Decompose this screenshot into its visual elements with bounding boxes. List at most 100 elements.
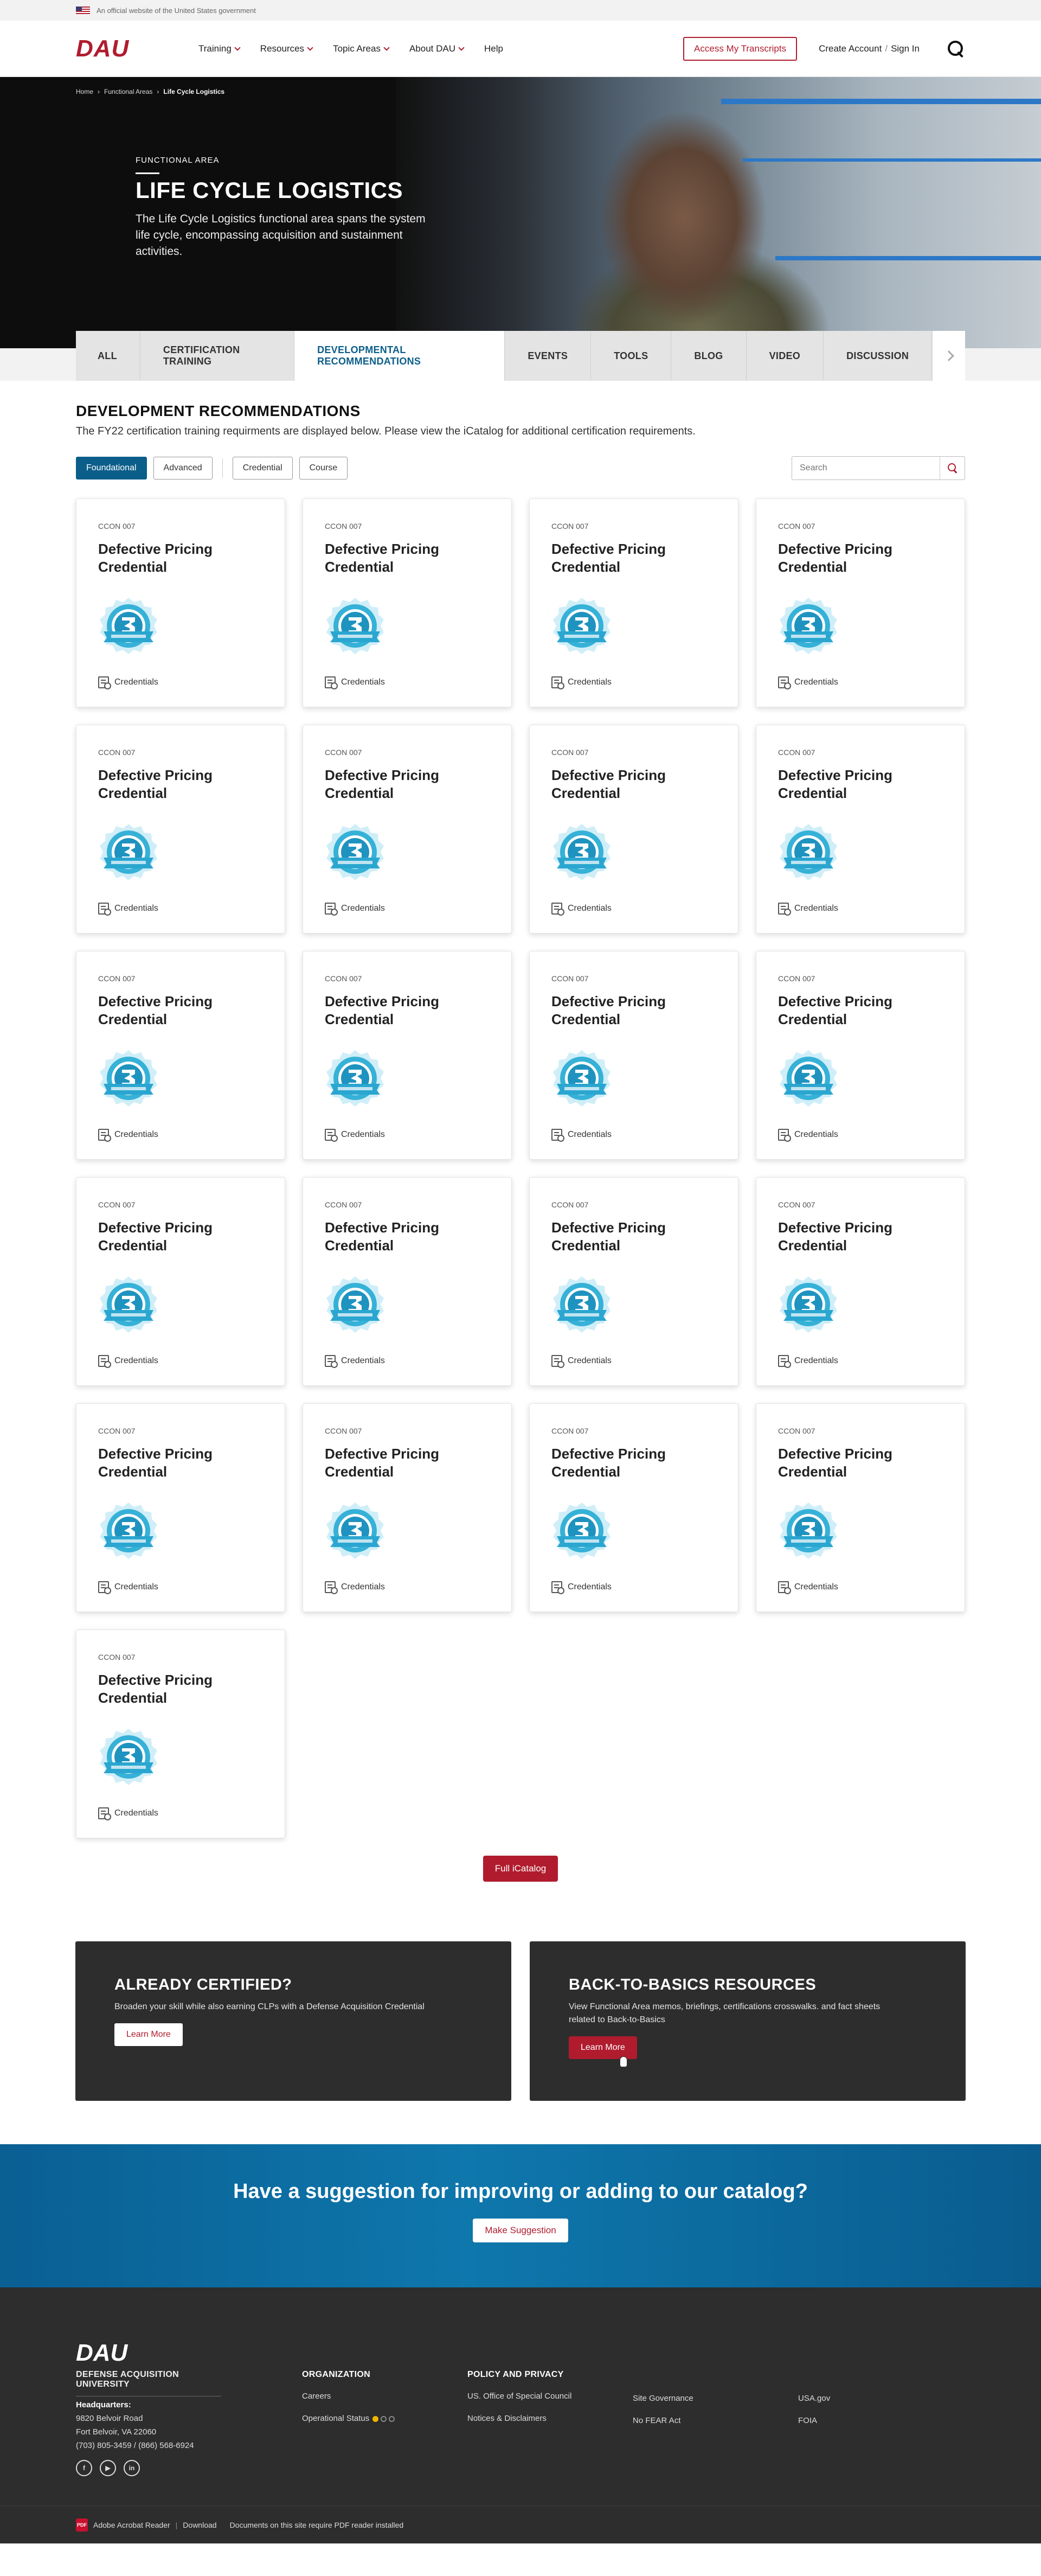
credential-document-icon: [551, 1355, 564, 1368]
tab-all[interactable]: ALL: [76, 331, 140, 381]
breadcrumb-functional-areas[interactable]: Functional Areas: [104, 88, 152, 95]
tab-developmental-recommendations[interactable]: DEVELOPMENTAL RECOMMENDATIONS: [294, 331, 505, 381]
promo-section: ALREADY CERTIFIED? Broaden your skill wh…: [0, 1941, 1041, 2144]
card-footer: Credentials: [551, 676, 612, 689]
credential-card[interactable]: CCON 007 Defective Pricing Credential Cr…: [303, 1403, 512, 1612]
credential-card[interactable]: CCON 007 Defective Pricing Credential Cr…: [303, 725, 512, 934]
card-footer-label: Credentials: [568, 1356, 612, 1365]
card-footer-label: Credentials: [114, 1582, 158, 1591]
credential-card[interactable]: CCON 007 Defective Pricing Credential Cr…: [756, 951, 965, 1160]
credential-badge-icon: [780, 1050, 837, 1107]
foia-link[interactable]: FOIA: [798, 2416, 817, 2425]
card-code: CCON 007: [98, 1653, 136, 1661]
credential-badge-icon: [780, 598, 837, 654]
make-suggestion-button[interactable]: Make Suggestion: [473, 2219, 568, 2242]
card-title: Defective Pricing Credential: [778, 1219, 892, 1254]
suggestion-banner: Have a suggestion for improving or addin…: [0, 2144, 1041, 2287]
credential-document-icon: [551, 1129, 564, 1142]
usa-gov-link[interactable]: USA.gov: [798, 2394, 830, 2403]
card-title: Defective Pricing Credential: [551, 993, 666, 1027]
facebook-icon[interactable]: f: [76, 2460, 92, 2476]
credential-card[interactable]: CCON 007 Defective Pricing Credential Cr…: [529, 951, 738, 1160]
credential-card[interactable]: CCON 007 Defective Pricing Credential Cr…: [756, 498, 965, 707]
access-transcripts-button[interactable]: Access My Transcripts: [683, 37, 798, 61]
search-icon[interactable]: [947, 40, 965, 58]
filter-course[interactable]: Course: [299, 457, 348, 480]
credential-card[interactable]: CCON 007 Defective Pricing Credential Cr…: [76, 1403, 285, 1612]
tab-video[interactable]: VIDEO: [746, 331, 824, 381]
shelf-bar: [775, 256, 1041, 260]
filter-advanced[interactable]: Advanced: [153, 457, 213, 480]
notices-link[interactable]: Notices & Disclaimers: [467, 2414, 547, 2423]
dau-logo[interactable]: DAU: [76, 35, 198, 62]
card-title: Defective Pricing Credential: [325, 1446, 439, 1480]
card-code: CCON 007: [551, 522, 589, 530]
account-links: Create Account / Sign In: [819, 43, 920, 54]
search-button[interactable]: [940, 457, 965, 480]
tabs-next-button[interactable]: [932, 331, 965, 381]
credential-card[interactable]: CCON 007 Defective Pricing Credential Cr…: [303, 498, 512, 707]
credential-badge-icon: [780, 824, 837, 880]
search-input[interactable]: [800, 463, 941, 473]
tab-discussion[interactable]: DISCUSSION: [824, 331, 933, 381]
credential-card[interactable]: CCON 007 Defective Pricing Credential Cr…: [76, 1629, 285, 1838]
hero-text: FUNCTIONAL AREA LIFE CYCLE LOGISTICS The…: [136, 156, 439, 260]
tab-certification-training[interactable]: CERTIFICATION TRAINING: [140, 331, 295, 381]
card-footer-label: Credentials: [794, 677, 838, 687]
credential-card[interactable]: CCON 007 Defective Pricing Credential Cr…: [303, 1177, 512, 1386]
sign-in-link[interactable]: Sign In: [891, 43, 920, 54]
credential-document-icon: [778, 676, 791, 689]
card-footer-label: Credentials: [341, 904, 385, 913]
card-footer: Credentials: [778, 1355, 838, 1368]
credential-document-icon: [325, 903, 338, 916]
full-icatalog-button[interactable]: Full iCatalog: [483, 1856, 558, 1882]
credential-card[interactable]: CCON 007 Defective Pricing Credential Cr…: [76, 725, 285, 934]
tab-events[interactable]: EVENTS: [505, 331, 592, 381]
credential-card[interactable]: CCON 007 Defective Pricing Credential Cr…: [76, 498, 285, 707]
careers-link[interactable]: Careers: [302, 2392, 331, 2401]
nav-training[interactable]: Training: [198, 43, 241, 54]
address-line1: 9820 Belvoir Road: [76, 2414, 143, 2423]
nav-about[interactable]: About DAU: [409, 43, 465, 54]
suggestion-title: Have a suggestion for improving or addin…: [233, 2180, 808, 2203]
linkedin-icon[interactable]: in: [124, 2460, 140, 2476]
learn-more-button[interactable]: Learn More: [114, 2023, 183, 2046]
credential-card[interactable]: CCON 007 Defective Pricing Credential Cr…: [76, 1177, 285, 1386]
site-governance-link[interactable]: Site Governance: [633, 2394, 693, 2403]
credential-card[interactable]: CCON 007 Defective Pricing Credential Cr…: [756, 1403, 965, 1612]
footer-policy-col2: Site Governance No FEAR Act: [633, 2394, 693, 2438]
filter-foundational[interactable]: Foundational: [76, 457, 147, 480]
nav-resources[interactable]: Resources: [260, 43, 313, 54]
nav-topic-areas[interactable]: Topic Areas: [333, 43, 390, 54]
credential-document-icon: [551, 676, 564, 689]
youtube-icon[interactable]: ▶: [100, 2460, 116, 2476]
breadcrumb-home[interactable]: Home: [76, 88, 93, 95]
credential-card[interactable]: CCON 007 Defective Pricing Credential Cr…: [76, 951, 285, 1160]
footer-policy: POLICY AND PRIVACY US. Office of Special…: [467, 2370, 571, 2436]
card-code: CCON 007: [778, 1427, 815, 1435]
credential-card[interactable]: CCON 007 Defective Pricing Credential Cr…: [529, 725, 738, 934]
footer-logo[interactable]: DAU: [76, 2340, 127, 2367]
learn-more-button[interactable]: Learn More: [569, 2036, 637, 2059]
no-fear-act-link[interactable]: No FEAR Act: [633, 2416, 680, 2425]
credential-card[interactable]: CCON 007 Defective Pricing Credential Cr…: [529, 1403, 738, 1612]
credential-card[interactable]: CCON 007 Defective Pricing Credential Cr…: [529, 1177, 738, 1386]
card-title: Defective Pricing Credential: [98, 541, 213, 575]
credential-card[interactable]: CCON 007 Defective Pricing Credential Cr…: [756, 725, 965, 934]
tab-tools[interactable]: TOOLS: [591, 331, 672, 381]
credential-document-icon: [325, 1581, 338, 1594]
credential-card[interactable]: CCON 007 Defective Pricing Credential Cr…: [303, 951, 512, 1160]
breadcrumb-current: Life Cycle Logistics: [163, 88, 225, 95]
filter-divider: [222, 458, 223, 478]
operational-status-link[interactable]: Operational Status: [302, 2414, 369, 2423]
card-footer: Credentials: [778, 676, 838, 689]
nav-help[interactable]: Help: [484, 43, 503, 54]
credential-card[interactable]: CCON 007 Defective Pricing Credential Cr…: [756, 1177, 965, 1386]
breadcrumb: Home › Functional Areas › Life Cycle Logis…: [76, 88, 224, 95]
credential-card[interactable]: CCON 007 Defective Pricing Credential Cr…: [529, 498, 738, 707]
download-link[interactable]: Download: [183, 2521, 216, 2529]
osc-link[interactable]: US. Office of Special Council: [467, 2392, 571, 2401]
tab-blog[interactable]: BLOG: [671, 331, 747, 381]
create-account-link[interactable]: Create Account: [819, 43, 882, 54]
filter-credential[interactable]: Credential: [232, 457, 293, 480]
